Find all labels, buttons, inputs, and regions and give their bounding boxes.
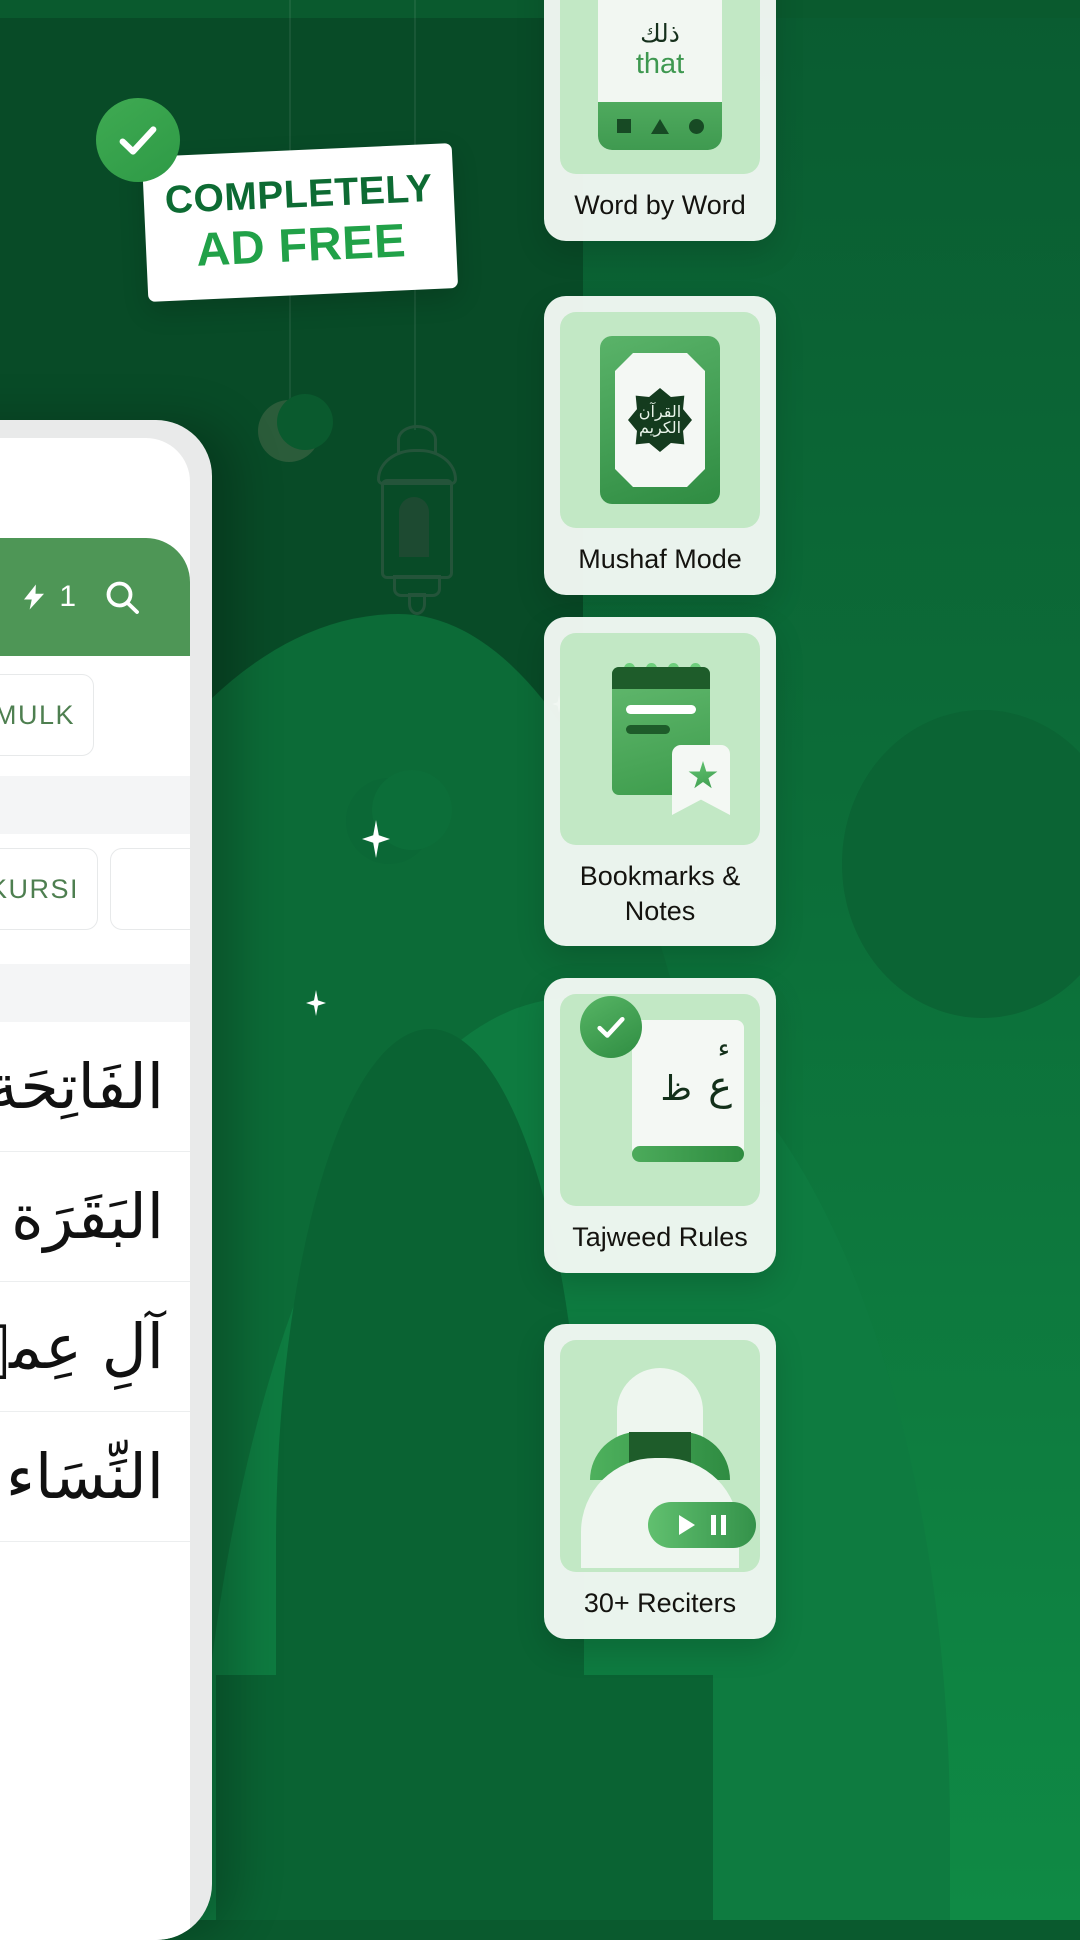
section-divider	[0, 776, 190, 834]
ad-free-card: COMPLETELY AD FREE	[141, 143, 459, 302]
surah-arabic-name: الفَاتِحَة	[0, 1050, 164, 1123]
word-english: that	[635, 48, 685, 80]
badge-line-1: COMPLETELY	[163, 167, 434, 223]
feature-card-reciters[interactable]: 30+ Reciters	[544, 1324, 776, 1639]
streak-indicator[interactable]: 1	[19, 579, 76, 615]
list-item[interactable]: البَقَرَة	[0, 1152, 190, 1282]
surah-arabic-name: آلِ عِمۡرَان	[0, 1310, 164, 1383]
feature-card-label: 30+ Reciters	[583, 1588, 737, 1618]
quick-access-section-2: L KURSI	[0, 834, 190, 964]
surah-arabic-name: البَقَرَة	[11, 1180, 164, 1253]
surah-arabic-name: النِّسَاء	[5, 1440, 164, 1513]
list-item[interactable]: الفَاتِحَة	[0, 1022, 190, 1152]
chip-extra[interactable]	[110, 848, 190, 930]
feature-card-mushaf-mode[interactable]: القرآن الكريم Mushaf Mode	[544, 296, 776, 595]
feature-card-label: Bookmarks & Notes	[579, 861, 741, 926]
hanging-crescent-moon-icon	[258, 394, 333, 462]
feature-card-tajweed-rules[interactable]: ء ع ظ Tajweed Rules	[544, 978, 776, 1273]
check-circle-icon	[580, 996, 642, 1058]
lightning-bolt-icon	[24, 584, 45, 610]
mosque-dome	[275, 1029, 584, 1720]
tajweed-letter: ء	[717, 1034, 730, 1064]
hanging-lantern-icon	[371, 425, 457, 615]
phone-mockup: 1 -MULK L KURSI الفَاتِحَة البَقَرَة آلِ…	[0, 420, 212, 1940]
feature-card-label: Tajweed Rules	[572, 1222, 748, 1252]
word-arabic: ذلك	[640, 19, 680, 48]
quran-book-icon: القرآن الكريم	[560, 312, 760, 528]
crescent-moon-silhouette-icon	[345, 769, 452, 864]
chip-ayatul-kursi[interactable]: L KURSI	[0, 848, 98, 930]
audio-play-pause-control[interactable]	[648, 1502, 756, 1548]
feature-card-label: Word by Word	[574, 190, 746, 220]
square-icon	[616, 119, 631, 133]
phone-nav-bar	[598, 102, 722, 150]
check-circle-icon	[96, 98, 180, 182]
quick-access-section-1: -MULK	[0, 656, 190, 776]
reciter-avatar-icon	[560, 1340, 760, 1572]
tajweed-letter: ظ	[660, 1069, 692, 1109]
feature-card-word-by-word[interactable]: ذلك that Word by Word	[544, 0, 776, 241]
phone-word-by-word-icon: ذلك that	[560, 0, 760, 174]
search-icon[interactable]	[102, 577, 142, 617]
notepad-bookmark-star-icon	[560, 633, 760, 845]
feature-card-list: ذلك that Word by Word القرآن الكريم Mush…	[540, 0, 1080, 1920]
section-divider	[0, 964, 190, 1022]
app-bar: 1	[0, 538, 190, 656]
list-item[interactable]: النِّسَاء	[0, 1412, 190, 1542]
play-icon[interactable]	[678, 1515, 695, 1535]
streak-count: 1	[59, 580, 76, 613]
circle-icon	[688, 118, 704, 134]
chip-al-mulk[interactable]: -MULK	[0, 674, 94, 756]
feature-card-label: Mushaf Mode	[578, 544, 742, 574]
tajweed-letter: ع	[708, 1063, 732, 1109]
list-item[interactable]: آلِ عِمۡرَان	[0, 1282, 190, 1412]
badge-line-2: AD FREE	[195, 213, 407, 277]
feature-card-bookmarks-notes[interactable]: Bookmarks & Notes	[544, 617, 776, 947]
quran-calligraphy: القرآن الكريم	[638, 402, 682, 437]
triangle-icon	[650, 118, 669, 134]
pause-icon[interactable]	[710, 1515, 726, 1535]
tajweed-letters-card-icon: ء ع ظ	[560, 994, 760, 1206]
phone-screen: 1 -MULK L KURSI الفَاتِحَة البَقَرَة آلِ…	[0, 438, 190, 1940]
